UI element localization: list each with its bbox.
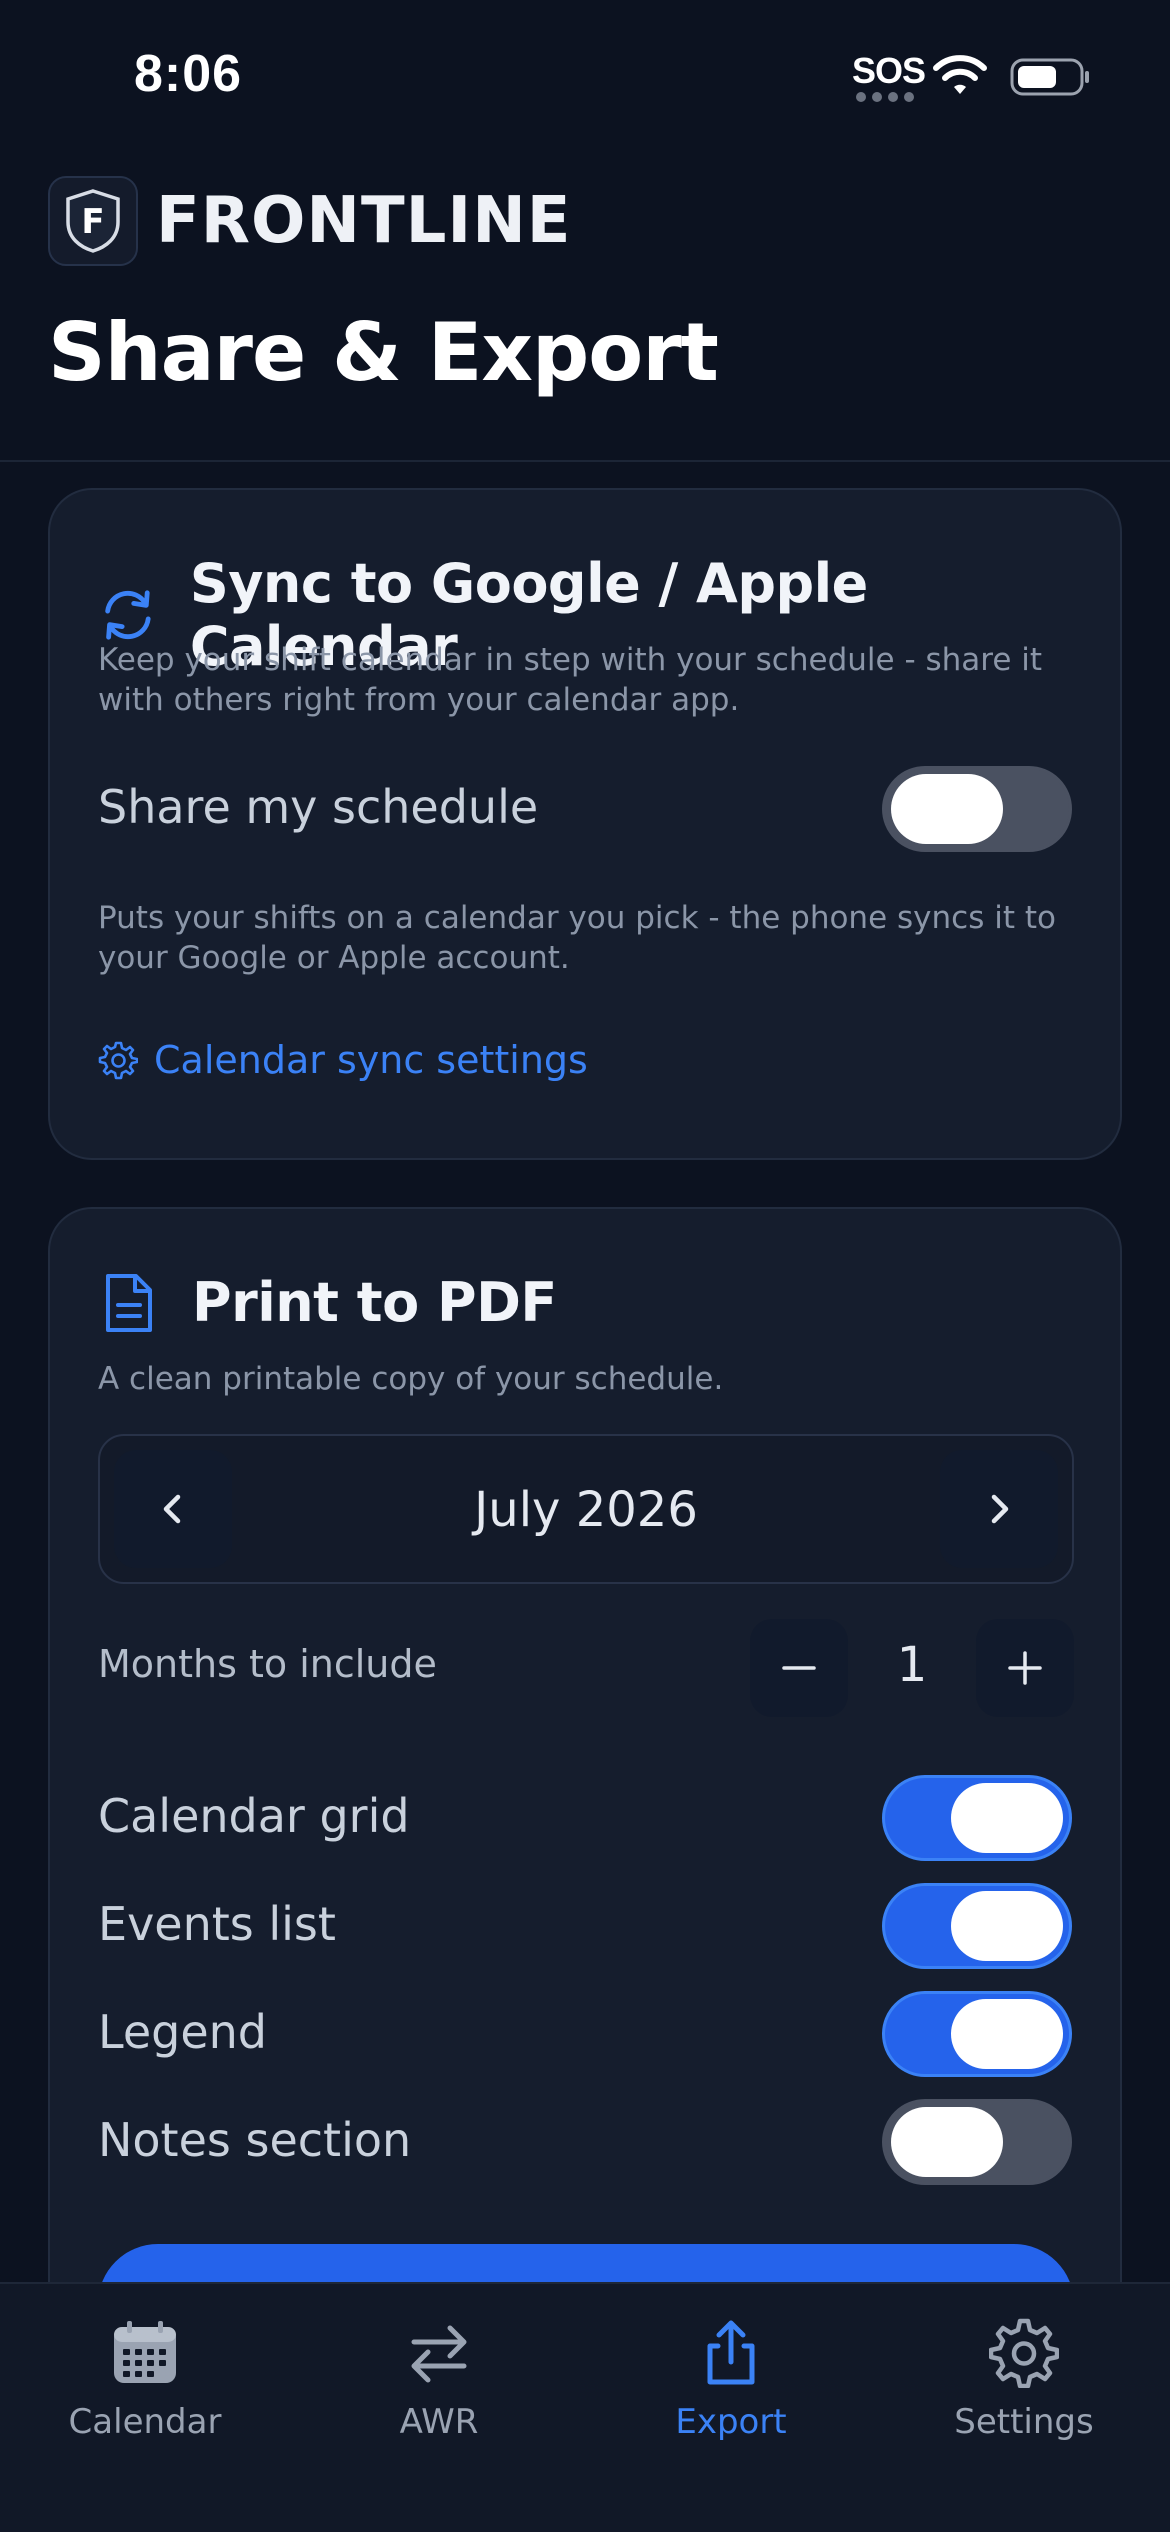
chevron-right-icon: [991, 1494, 1009, 1524]
tab-awr[interactable]: AWR: [329, 2306, 549, 2456]
signal-dots-icon: [856, 92, 916, 102]
brand-header: F FRONTLINE: [48, 176, 572, 266]
gear-icon: [98, 1041, 138, 1080]
option-notes-section-label: Notes section: [98, 2113, 412, 2167]
header-divider: [0, 460, 1170, 462]
tab-calendar[interactable]: Calendar: [35, 2306, 255, 2456]
months-increment-button[interactable]: [976, 1619, 1074, 1717]
toggle-knob: [951, 1891, 1063, 1961]
notes-section-toggle[interactable]: [882, 2099, 1072, 2185]
events-list-toggle[interactable]: [882, 1883, 1072, 1969]
toggle-knob: [891, 2107, 1003, 2177]
option-calendar-grid-label: Calendar grid: [98, 1789, 410, 1843]
share-schedule-toggle[interactable]: [882, 766, 1072, 852]
option-events-list-label: Events list: [98, 1897, 336, 1951]
sync-card-description: Keep your shift calendar in step with yo…: [98, 642, 1043, 718]
month-selector: July 2026: [98, 1434, 1074, 1584]
tab-settings[interactable]: Settings: [914, 2306, 1134, 2456]
months-decrement-button[interactable]: [750, 1619, 848, 1717]
calendar-icon: [114, 2321, 176, 2383]
sync-icon: [105, 590, 151, 640]
tab-export[interactable]: Export: [621, 2306, 841, 2456]
brand-name: FRONTLINE: [156, 184, 572, 258]
toggle-knob: [951, 1999, 1063, 2069]
plus-icon: [1008, 1651, 1042, 1685]
status-bar: 8:06 SOS: [0, 0, 1170, 150]
toggle-knob: [891, 774, 1003, 844]
wifi-icon: [933, 55, 987, 94]
tab-awr-label: AWR: [399, 2402, 479, 2442]
calendar-sync-settings-label: Calendar sync settings: [154, 1038, 588, 1082]
bottom-tab-bar: Calendar AWR Export Settings: [0, 2282, 1170, 2532]
share-icon: [707, 2320, 755, 2385]
brand-logo: F: [48, 176, 138, 266]
next-month-button[interactable]: [940, 1450, 1058, 1568]
calendar-grid-toggle[interactable]: [882, 1775, 1072, 1861]
shield-logo-icon: F: [66, 189, 120, 253]
minus-icon: [782, 1666, 816, 1670]
swap-arrows-icon: [411, 2325, 467, 2383]
calendar-sync-card: Sync to Google / Apple Calendar Keep you…: [48, 488, 1122, 1160]
months-count: 1: [896, 1637, 928, 1693]
status-time: 8:06: [134, 45, 243, 103]
legend-toggle[interactable]: [882, 1991, 1072, 2077]
option-legend-label: Legend: [98, 2005, 267, 2059]
selected-month: July 2026: [474, 1482, 698, 1538]
page-title: Share & Export: [48, 306, 719, 399]
battery-icon: [1010, 58, 1089, 96]
calendar-sync-settings-link[interactable]: Calendar sync settings: [98, 1038, 588, 1082]
pdf-card-header: Print to PDF: [98, 1271, 557, 1334]
toggle-knob: [951, 1783, 1063, 1853]
tab-calendar-label: Calendar: [68, 2402, 222, 2442]
share-schedule-hint: Puts your shifts on a calendar you pick …: [98, 900, 1056, 976]
document-icon: [106, 1273, 152, 1332]
tab-export-label: Export: [675, 2402, 787, 2442]
gear-icon: [989, 2318, 1059, 2388]
pdf-card-description: A clean printable copy of your schedule.: [98, 1361, 724, 1397]
months-to-include-label: Months to include: [98, 1642, 437, 1686]
sos-indicator: SOS: [852, 50, 926, 91]
pdf-card-title: Print to PDF: [192, 1271, 557, 1334]
tab-settings-label: Settings: [954, 2402, 1094, 2442]
share-schedule-label: Share my schedule: [98, 780, 539, 834]
